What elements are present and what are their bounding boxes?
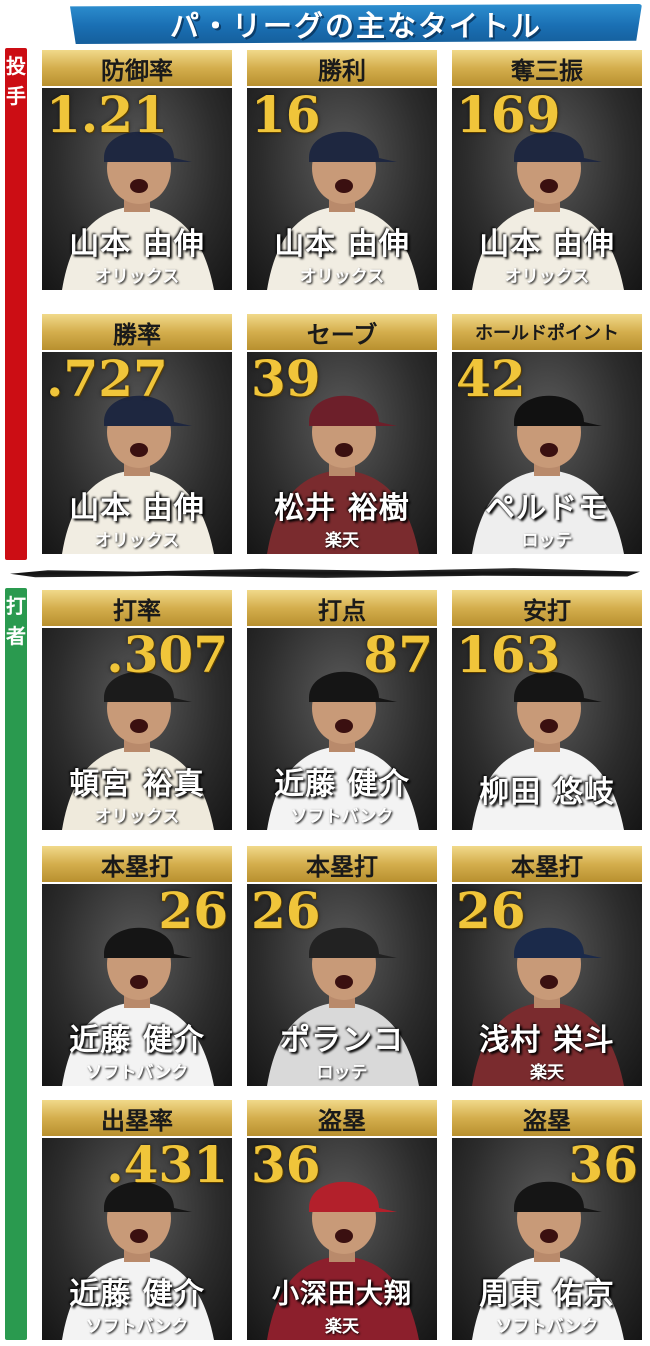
- team-name: オリックス: [94, 267, 180, 287]
- stat-value: 26: [158, 884, 228, 940]
- player-name: 柳田 悠岐: [479, 775, 615, 810]
- team-name: 楽天: [530, 1063, 564, 1083]
- stat-value: .727: [46, 352, 168, 408]
- team-name: オリックス: [94, 807, 180, 827]
- pitching-section-label: 投 手: [5, 48, 27, 560]
- title-card: 打点 87 近藤 健介ソフトバンク: [247, 590, 437, 830]
- award-title: 勝利: [247, 50, 437, 86]
- pitching-label-char-1: 投: [6, 54, 26, 78]
- team-name: ソフトバンク: [495, 1317, 599, 1337]
- stat-value: 42: [456, 352, 526, 408]
- stat-value: 26: [456, 884, 526, 940]
- player-photo: 169 山本 由伸オリックス: [452, 88, 642, 290]
- title-card: 本塁打 26 近藤 健介ソフトバンク: [42, 846, 232, 1086]
- title-card: 盗塁 36 小深田大翔楽天: [247, 1100, 437, 1340]
- player-name: 周東 佑京: [479, 1277, 615, 1312]
- award-title: 奪三振: [452, 50, 642, 86]
- player-name: 山本 由伸: [274, 227, 410, 262]
- stat-value: 16: [251, 88, 321, 144]
- player-photo: 26 近藤 健介ソフトバンク: [42, 884, 232, 1086]
- award-title: 盗塁: [247, 1100, 437, 1136]
- batting-label-char-2: 者: [6, 624, 26, 648]
- award-title: 出塁率: [42, 1100, 232, 1136]
- title-card: セーブ 39 松井 裕樹楽天: [247, 314, 437, 554]
- team-name: オリックス: [94, 531, 180, 551]
- player-name: 頓宮 裕真: [69, 767, 205, 802]
- award-title: 本塁打: [247, 846, 437, 882]
- award-title: 防御率: [42, 50, 232, 86]
- batting-section-label: 打 者: [5, 588, 27, 1340]
- team-name: ソフトバンク: [290, 807, 394, 827]
- title-card: 防御率 1.21 山本 由伸オリックス: [42, 50, 232, 290]
- player-photo: 42 ペルドモロッテ: [452, 352, 642, 554]
- stat-value: 1.21: [46, 88, 168, 144]
- award-title: 勝率: [42, 314, 232, 350]
- player-photo: 163 柳田 悠岐: [452, 628, 642, 830]
- stat-value: 87: [363, 628, 433, 684]
- player-photo: 1.21 山本 由伸オリックス: [42, 88, 232, 290]
- player-name: 山本 由伸: [479, 227, 615, 262]
- award-title: 打点: [247, 590, 437, 626]
- team-name: 楽天: [325, 531, 359, 551]
- team-name: ソフトバンク: [85, 1063, 189, 1083]
- player-photo: 36 周東 佑京ソフトバンク: [452, 1138, 642, 1340]
- team-name: ロッテ: [316, 1063, 368, 1083]
- stat-value: .431: [106, 1138, 228, 1194]
- stat-value: 26: [251, 884, 321, 940]
- player-name: 近藤 健介: [69, 1277, 205, 1312]
- pitching-label-char-2: 手: [6, 84, 26, 108]
- player-photo: 87 近藤 健介ソフトバンク: [247, 628, 437, 830]
- player-name: 松井 裕樹: [274, 491, 410, 526]
- player-name: 山本 由伸: [69, 491, 205, 526]
- stat-value: 169: [456, 88, 561, 144]
- player-photo: 26 ポランコロッテ: [247, 884, 437, 1086]
- player-name: ペルドモ: [485, 491, 609, 526]
- player-name: ポランコ: [280, 1023, 404, 1058]
- award-title: セーブ: [247, 314, 437, 350]
- player-photo: 26 浅村 栄斗楽天: [452, 884, 642, 1086]
- player-name: 浅村 栄斗: [479, 1023, 615, 1058]
- title-card: 安打 163 柳田 悠岐: [452, 590, 642, 830]
- team-name: オリックス: [504, 267, 590, 287]
- player-name: 山本 由伸: [69, 227, 205, 262]
- title-card: ホールドポイント 42 ペルドモロッテ: [452, 314, 642, 554]
- team-name: 楽天: [325, 1317, 359, 1337]
- team-name: オリックス: [299, 267, 385, 287]
- stat-value: 39: [251, 352, 321, 408]
- team-name: ソフトバンク: [85, 1317, 189, 1337]
- player-photo: .431 近藤 健介ソフトバンク: [42, 1138, 232, 1340]
- stat-value: .307: [106, 628, 228, 684]
- team-name: ロッテ: [521, 531, 573, 551]
- award-title: 安打: [452, 590, 642, 626]
- player-photo: 39 松井 裕樹楽天: [247, 352, 437, 554]
- stat-value: 36: [568, 1138, 638, 1194]
- title-card: 盗塁 36 周東 佑京ソフトバンク: [452, 1100, 642, 1340]
- page-title: パ・リーグの主なタイトル: [169, 9, 542, 43]
- title-card: 本塁打 26 ポランコロッテ: [247, 846, 437, 1086]
- award-title: 打率: [42, 590, 232, 626]
- award-title: 盗塁: [452, 1100, 642, 1136]
- stat-value: 36: [251, 1138, 321, 1194]
- title-card: 出塁率 .431 近藤 健介ソフトバンク: [42, 1100, 232, 1340]
- player-name: 近藤 健介: [69, 1023, 205, 1058]
- title-card: 勝利 16 山本 由伸オリックス: [247, 50, 437, 290]
- title-card: 本塁打 26 浅村 栄斗楽天: [452, 846, 642, 1086]
- player-name: 小深田大翔: [272, 1279, 412, 1310]
- player-photo: .727 山本 由伸オリックス: [42, 352, 232, 554]
- player-name: 近藤 健介: [274, 767, 410, 802]
- player-photo: .307 頓宮 裕真オリックス: [42, 628, 232, 830]
- title-card: 勝率 .727 山本 由伸オリックス: [42, 314, 232, 554]
- player-photo: 16 山本 由伸オリックス: [247, 88, 437, 290]
- stat-value: 163: [456, 628, 561, 684]
- player-photo: 36 小深田大翔楽天: [247, 1138, 437, 1340]
- award-title: 本塁打: [452, 846, 642, 882]
- title-card: 奪三振 169 山本 由伸オリックス: [452, 50, 642, 290]
- award-title: 本塁打: [42, 846, 232, 882]
- section-divider: [10, 568, 640, 578]
- batting-label-char-1: 打: [6, 594, 26, 618]
- award-title: ホールドポイント: [452, 314, 642, 350]
- title-card: 打率 .307 頓宮 裕真オリックス: [42, 590, 232, 830]
